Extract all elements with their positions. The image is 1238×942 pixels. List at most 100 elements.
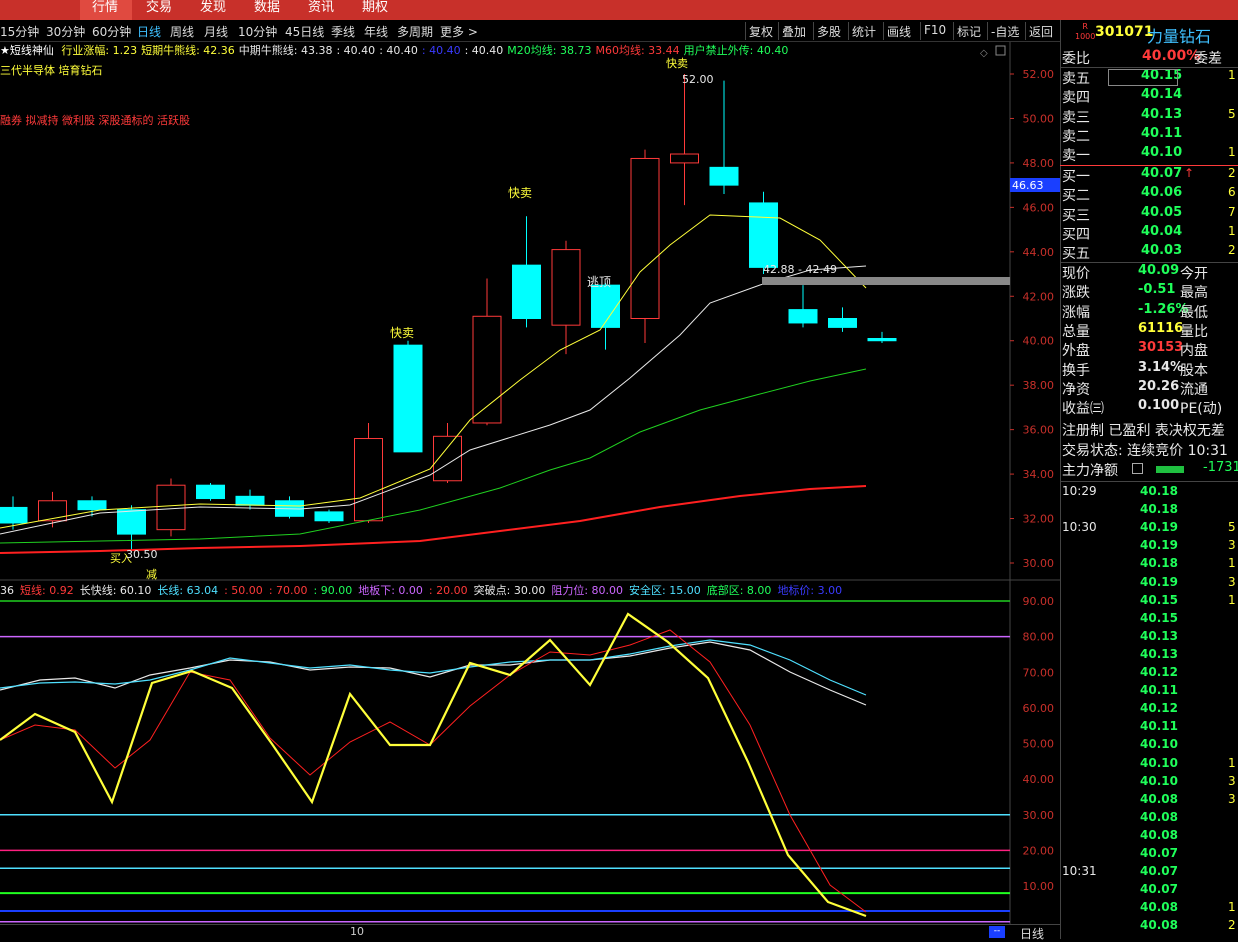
candle-down[interactable]: [235, 495, 265, 506]
bid-label: 买五: [1062, 246, 1090, 263]
tick-row: 40.13: [1062, 629, 1238, 647]
ask-price: 40.10: [1141, 145, 1183, 161]
sub-indicator-value: : 90.00: [314, 584, 353, 597]
long-fast-line: [0, 641, 867, 706]
price-axis-label: 34.00: [1023, 468, 1055, 481]
tick-volume: 1: [1228, 556, 1236, 571]
candle-down[interactable]: [828, 318, 857, 328]
stat-row: 现价 40.09 今开: [1060, 263, 1238, 282]
tick-row: 40.07: [1062, 846, 1238, 864]
tick-row: 10:30 40.19 5: [1062, 520, 1238, 538]
tick-price: 40.18: [1140, 502, 1178, 517]
ask-price: 40.14: [1141, 87, 1183, 103]
ask-label: 卖四: [1062, 90, 1090, 107]
sub-indicator-value: 短线: 0.92: [20, 583, 74, 597]
tick-price: 40.11: [1140, 719, 1178, 734]
scroll-button[interactable]: --: [989, 926, 1005, 938]
stat-row: 涨幅 -1.26% 最低: [1060, 302, 1238, 321]
tick-row: 40.08 1: [1062, 900, 1238, 918]
tick-row: 40.10 3: [1062, 774, 1238, 792]
ask-volume: 1: [1228, 68, 1236, 82]
candle-up[interactable]: [433, 435, 462, 482]
chart-area[interactable]: 52.00 50.00 48.00 46.00 44.00 42.00 40.00 38.00…: [0, 0, 1060, 939]
candle-down[interactable]: [77, 500, 107, 511]
sub-indicator-value: 36: [0, 584, 14, 597]
candle-up[interactable]: [354, 438, 383, 522]
candle-up[interactable]: [630, 157, 660, 319]
candle-down[interactable]: [0, 506, 28, 524]
tick-volume: 3: [1228, 538, 1236, 553]
sub-axis-label: 50.00: [1023, 738, 1055, 751]
sub-indicator-value: : 50.00: [224, 584, 263, 597]
tick-price: 40.13: [1140, 628, 1178, 643]
ask-row: 卖三 40.13 5: [1060, 107, 1238, 126]
candle-up[interactable]: [670, 153, 699, 164]
stat-label: 换手: [1062, 362, 1090, 379]
tick-price: 40.15: [1140, 592, 1178, 607]
candle-down[interactable]: [117, 509, 146, 535]
tick-price: 40.07: [1140, 882, 1178, 897]
ask-label: 卖五: [1062, 71, 1090, 87]
stat-row: 换手 3.14% 股本: [1060, 360, 1238, 379]
candle-up[interactable]: [156, 484, 186, 531]
bid-label: 买一: [1062, 169, 1090, 185]
tick-price: 40.13: [1140, 646, 1178, 661]
stat-value: 3.14%: [1138, 359, 1184, 375]
stat-label-2: PE(动): [1180, 401, 1223, 418]
ask-label: 卖三: [1062, 109, 1090, 126]
tick-row: 40.18: [1062, 502, 1238, 520]
candle-down[interactable]: [788, 309, 818, 324]
ticks-divider: [1060, 481, 1238, 482]
escape-top-label: 逃顶: [587, 275, 611, 289]
bid-volume: 1: [1228, 223, 1236, 238]
bid-price: 40.05: [1141, 204, 1183, 220]
bid-price: 40.07: [1141, 166, 1183, 181]
stat-label: 涨幅: [1062, 304, 1090, 321]
tick-price: 40.08: [1140, 809, 1178, 824]
selected-price-box[interactable]: [1108, 69, 1178, 86]
sub-axis-label: 80.00: [1023, 631, 1055, 644]
candle-down[interactable]: [867, 338, 897, 342]
date-label: 10: [350, 925, 364, 938]
sell-signal-label: 快卖: [666, 57, 688, 70]
ask-volume: 5: [1228, 106, 1236, 121]
candle-down[interactable]: [512, 264, 541, 319]
candle-down[interactable]: [196, 484, 225, 500]
tick-price: 40.08: [1140, 900, 1178, 915]
candle-down[interactable]: [709, 166, 739, 186]
stock-code[interactable]: 301071: [1095, 24, 1153, 40]
candle-up[interactable]: [38, 500, 67, 522]
ask-row: 卖一 40.10 1: [1060, 145, 1238, 164]
sub-indicator-header: 36 短线: 0.92 长快线: 60.10 长线: 63.04: 50.00: 70…: [0, 583, 842, 597]
price-axis-label: 40.00: [1023, 335, 1055, 348]
candle-down[interactable]: [393, 344, 423, 453]
ask-row: 卖二 40.11: [1060, 126, 1238, 145]
registration-row: 注册制 已盈利 表决权无差: [1060, 420, 1238, 439]
tick-price: 40.10: [1140, 773, 1178, 788]
tick-row: 40.12: [1062, 665, 1238, 683]
candle-down[interactable]: [314, 511, 344, 522]
zoom-icon[interactable]: ◇: [980, 48, 988, 59]
tick-row: 40.11: [1062, 683, 1238, 701]
sub-indicator-value: 安全区: 15.00: [629, 583, 701, 597]
stat-label-2: 今开: [1180, 266, 1208, 282]
sub-axis-label: 60.00: [1023, 702, 1055, 715]
bid-row: 买三 40.05 7: [1060, 205, 1238, 224]
stat-label: 总量: [1062, 323, 1090, 340]
stock-header: R 1000 301071 力量钻石: [1060, 20, 1238, 46]
tick-row: 40.11: [1062, 719, 1238, 737]
tick-volume: 5: [1228, 520, 1236, 535]
tick-row: 10:31 40.07: [1062, 864, 1238, 882]
tick-row: 40.15: [1062, 611, 1238, 629]
candle-down[interactable]: [591, 284, 620, 328]
candle-up[interactable]: [551, 249, 581, 326]
candle-down[interactable]: [749, 202, 778, 268]
window-toggle-icon[interactable]: [995, 45, 1006, 56]
tick-price: 40.11: [1140, 683, 1178, 698]
list-icon[interactable]: [1132, 463, 1143, 474]
tick-row: 40.08 3: [1062, 792, 1238, 810]
price-axis-label: 30.00: [1023, 557, 1055, 570]
stat-label: 净资: [1062, 381, 1090, 398]
stock-name[interactable]: 力量钻石: [1147, 23, 1211, 47]
tick-row: 40.12: [1062, 701, 1238, 719]
